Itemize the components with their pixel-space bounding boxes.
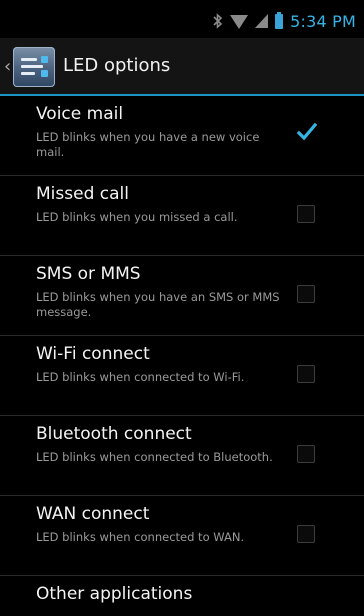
option-row-voice-mail[interactable]: Voice mail LED blinks when you have a ne… <box>0 96 364 176</box>
wan-connect-checkbox[interactable] <box>297 525 315 543</box>
page-title: LED options <box>63 55 171 76</box>
option-row-missed-call[interactable]: Missed call LED blinks when you missed a… <box>0 176 364 256</box>
bluetooth-icon <box>212 13 223 29</box>
battery-icon <box>275 11 284 29</box>
option-title: Other applications <box>36 584 193 604</box>
option-summary: LED blinks when you have an SMS or MMS m… <box>36 290 280 319</box>
option-title: Missed call <box>36 184 129 204</box>
wifi-icon <box>230 15 249 29</box>
option-row-bluetooth-connect[interactable]: Bluetooth connect LED blinks when connec… <box>0 416 364 496</box>
option-title: Bluetooth connect <box>36 424 192 444</box>
option-title: Voice mail <box>36 104 124 124</box>
action-bar: ‹ LED options <box>0 38 364 96</box>
option-summary: LED blinks when connected to Bluetooth. <box>36 450 273 464</box>
led-settings-icon[interactable] <box>13 47 55 87</box>
option-row-other-applications[interactable]: Other applications <box>0 576 364 616</box>
led-options-list: Voice mail LED blinks when you have a ne… <box>0 96 364 616</box>
option-row-wifi-connect[interactable]: Wi-Fi connect LED blinks when connected … <box>0 336 364 416</box>
voice-mail-checkbox[interactable] <box>296 122 318 143</box>
status-icons: 5:34 PM <box>212 11 356 31</box>
wifi-connect-checkbox[interactable] <box>297 365 315 383</box>
option-title: WAN connect <box>36 504 150 524</box>
option-summary: LED blinks when you have a new voice mai… <box>36 130 260 159</box>
option-summary: LED blinks when connected to Wi-Fi. <box>36 370 245 384</box>
status-bar: 5:34 PM <box>0 0 364 38</box>
bluetooth-connect-checkbox[interactable] <box>297 445 315 463</box>
option-summary: LED blinks when connected to WAN. <box>36 530 245 544</box>
option-row-sms-mms[interactable]: SMS or MMS LED blinks when you have an S… <box>0 256 364 336</box>
option-title: Wi-Fi connect <box>36 344 150 364</box>
option-row-wan-connect[interactable]: WAN connect LED blinks when connected to… <box>0 496 364 576</box>
sms-mms-checkbox[interactable] <box>297 285 315 303</box>
option-summary: LED blinks when you missed a call. <box>36 210 238 224</box>
missed-call-checkbox[interactable] <box>297 205 315 223</box>
signal-icon <box>255 14 269 28</box>
status-time: 5:34 PM <box>290 11 356 31</box>
option-title: SMS or MMS <box>36 264 141 284</box>
up-navigation-icon[interactable]: ‹ <box>4 57 12 77</box>
